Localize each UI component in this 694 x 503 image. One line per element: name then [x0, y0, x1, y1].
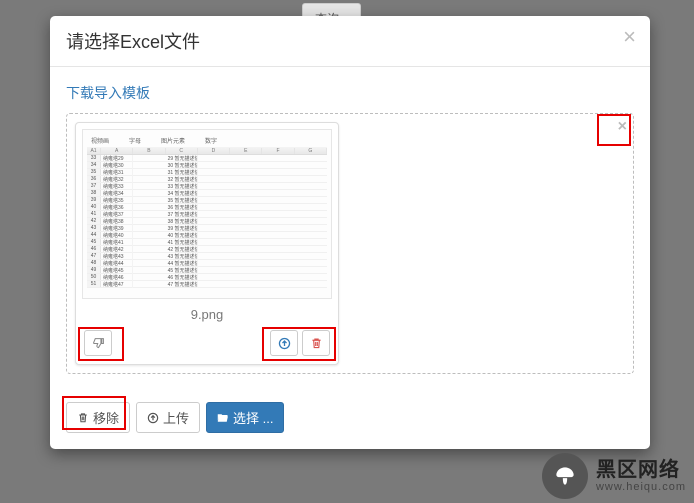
download-template-link[interactable]: 下载导入模板 [66, 83, 634, 103]
modal-title: 请选择Excel文件 [66, 32, 200, 52]
file-thumbnail: 视频画 字母 图片元素 数字 A1 A B C D E F G [82, 129, 332, 299]
thumb-tab: 图片元素 [161, 136, 185, 145]
modal-header: 请选择Excel文件 × [50, 16, 650, 67]
excel-upload-modal: 请选择Excel文件 × 下载导入模板 × 视频画 字母 图片元素 数字 A1 … [50, 16, 650, 449]
thumb-row: 51纳雍塔4747 暂无描述信息 [87, 281, 327, 288]
thumb-tabs: 视频画 字母 图片元素 数字 [87, 134, 327, 147]
watermark-logo [542, 453, 588, 499]
watermark-text-cn: 黑区网络 [596, 459, 686, 481]
browse-button-label: 选择 ... [233, 408, 273, 427]
thumb-tab: 视频画 [91, 136, 109, 145]
preview-footer [82, 326, 332, 358]
upload-button-label: 上传 [163, 408, 189, 427]
highlight-box [597, 114, 631, 146]
thumb-cell-ref: A1 [87, 148, 101, 154]
highlight-box [62, 396, 126, 430]
highlight-box [78, 327, 124, 361]
highlight-box [262, 327, 336, 361]
thumb-tab: 字母 [129, 136, 141, 145]
watermark: 黑区网络 www.heiqu.com [542, 453, 686, 499]
modal-body: 下载导入模板 × 视频画 字母 图片元素 数字 A1 A B C [50, 67, 650, 390]
modal-close-button[interactable]: × [623, 26, 636, 48]
watermark-text-en: www.heiqu.com [596, 481, 686, 493]
upload-icon [147, 412, 159, 424]
upload-button[interactable]: 上传 [136, 402, 200, 433]
browse-button[interactable]: 选择 ... [206, 402, 284, 433]
folder-open-icon [217, 412, 229, 424]
file-name-label: 9.png [82, 299, 332, 326]
modal-footer: 移除 上传 选择 ... [50, 390, 650, 449]
mushroom-icon [552, 463, 578, 489]
file-dropzone[interactable]: × 视频画 字母 图片元素 数字 A1 A B C D [66, 113, 634, 374]
file-preview-card: 视频画 字母 图片元素 数字 A1 A B C D E F G [75, 122, 339, 365]
thumb-tab: 数字 [205, 136, 217, 145]
